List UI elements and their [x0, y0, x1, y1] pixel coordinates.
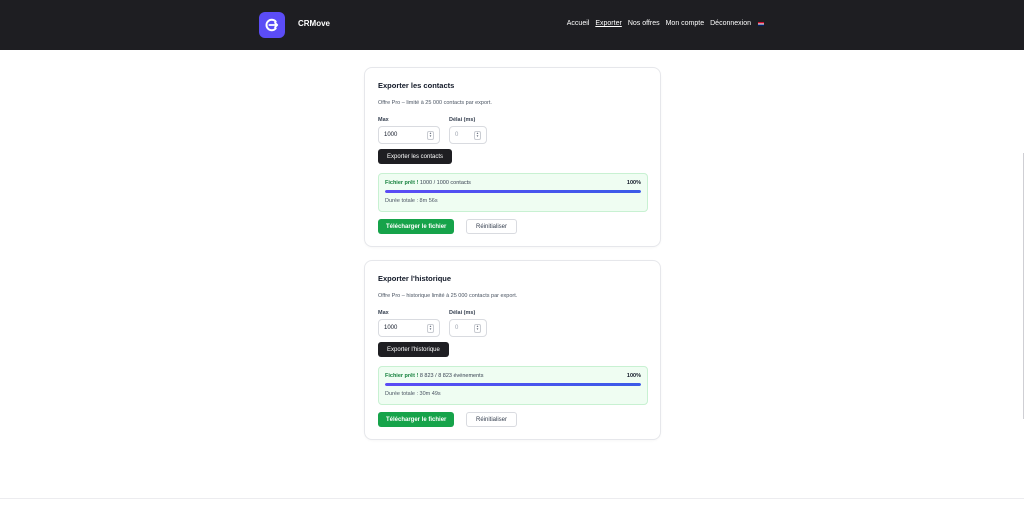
delay-input[interactable]: 0 ▲ ▼ — [449, 319, 487, 337]
download-file-button[interactable]: Télécharger le fichier — [378, 219, 455, 234]
total-duration: Durée totale : 30m 49s — [385, 391, 441, 397]
progress-bar — [385, 383, 641, 386]
main-nav: Accueil Exporter Nos offres Mon compte D… — [567, 20, 764, 27]
export-result-panel: Fichier prêt ! 8 823 / 8 823 événements … — [378, 366, 648, 405]
delay-input[interactable]: 0 ▲ ▼ — [449, 126, 487, 144]
max-input[interactable]: 1000 ▲ ▼ — [378, 126, 440, 144]
export-history-button[interactable]: Exporter l'historique — [378, 342, 449, 357]
stepper-icon[interactable]: ▲ ▼ — [474, 323, 481, 333]
max-label: Max — [378, 117, 389, 123]
max-input[interactable]: 1000 ▲ ▼ — [378, 319, 440, 337]
card-description: Offre Pro – historique limité à 25 000 c… — [378, 293, 518, 299]
nav-link-accueil[interactable]: Accueil — [567, 20, 590, 27]
reset-button[interactable]: Réinitialiser — [466, 412, 518, 427]
delay-label: Délai (ms) — [449, 310, 476, 316]
nav-link-mon-compte[interactable]: Mon compte — [666, 20, 705, 27]
brand-name[interactable]: CRMove — [298, 19, 330, 28]
stepper-icon[interactable]: ▲ ▼ — [474, 130, 481, 140]
export-result-panel: Fichier prêt ! 1000 / 1000 contacts 100%… — [378, 173, 648, 212]
status-detail: 1000 / 1000 contacts — [418, 180, 471, 186]
download-file-button[interactable]: Télécharger le fichier — [378, 412, 455, 427]
max-label: Max — [378, 310, 389, 316]
delay-value: 0 — [455, 132, 459, 138]
card-title: Exporter l'historique — [378, 274, 452, 283]
progress-fill — [385, 190, 641, 193]
card-description: Offre Pro – limité à 25 000 contacts par… — [378, 100, 492, 106]
status-ready: Fichier prêt ! — [385, 373, 419, 379]
max-value: 1000 — [384, 325, 398, 331]
crmove-logo-icon[interactable] — [259, 12, 285, 38]
progress-bar — [385, 190, 641, 193]
top-navigation-bar: CRMove Accueil Exporter Nos offres Mon c… — [0, 0, 1024, 50]
delay-value: 0 — [455, 325, 459, 331]
status-line: Fichier prêt ! 8 823 / 8 823 événements — [385, 373, 483, 379]
stepper-icon[interactable]: ▲ ▼ — [427, 323, 434, 333]
status-detail: 8 823 / 8 823 événements — [418, 373, 484, 379]
card-title: Exporter les contacts — [378, 81, 455, 90]
export-contacts-button[interactable]: Exporter les contacts — [378, 149, 453, 164]
nav-link-exporter[interactable]: Exporter — [595, 20, 621, 27]
uk-flag-icon[interactable] — [758, 21, 764, 26]
export-history-card: Exporter l'historique Offre Pro – histor… — [364, 260, 661, 440]
footer-divider — [0, 498, 1024, 499]
progress-fill — [385, 383, 641, 386]
status-line: Fichier prêt ! 1000 / 1000 contacts — [385, 180, 471, 186]
nav-link-deconnexion[interactable]: Déconnexion — [710, 20, 751, 27]
total-duration: Durée totale : 8m 56s — [385, 198, 438, 204]
delay-label: Délai (ms) — [449, 117, 476, 123]
progress-percent: 100% — [626, 373, 641, 379]
stepper-icon[interactable]: ▲ ▼ — [427, 130, 434, 140]
status-ready: Fichier prêt ! — [385, 180, 419, 186]
nav-link-nos-offres[interactable]: Nos offres — [628, 20, 660, 27]
max-value: 1000 — [384, 132, 398, 138]
progress-percent: 100% — [626, 180, 641, 186]
export-contacts-card: Exporter les contacts Offre Pro – limité… — [364, 67, 661, 247]
reset-button[interactable]: Réinitialiser — [466, 219, 518, 234]
